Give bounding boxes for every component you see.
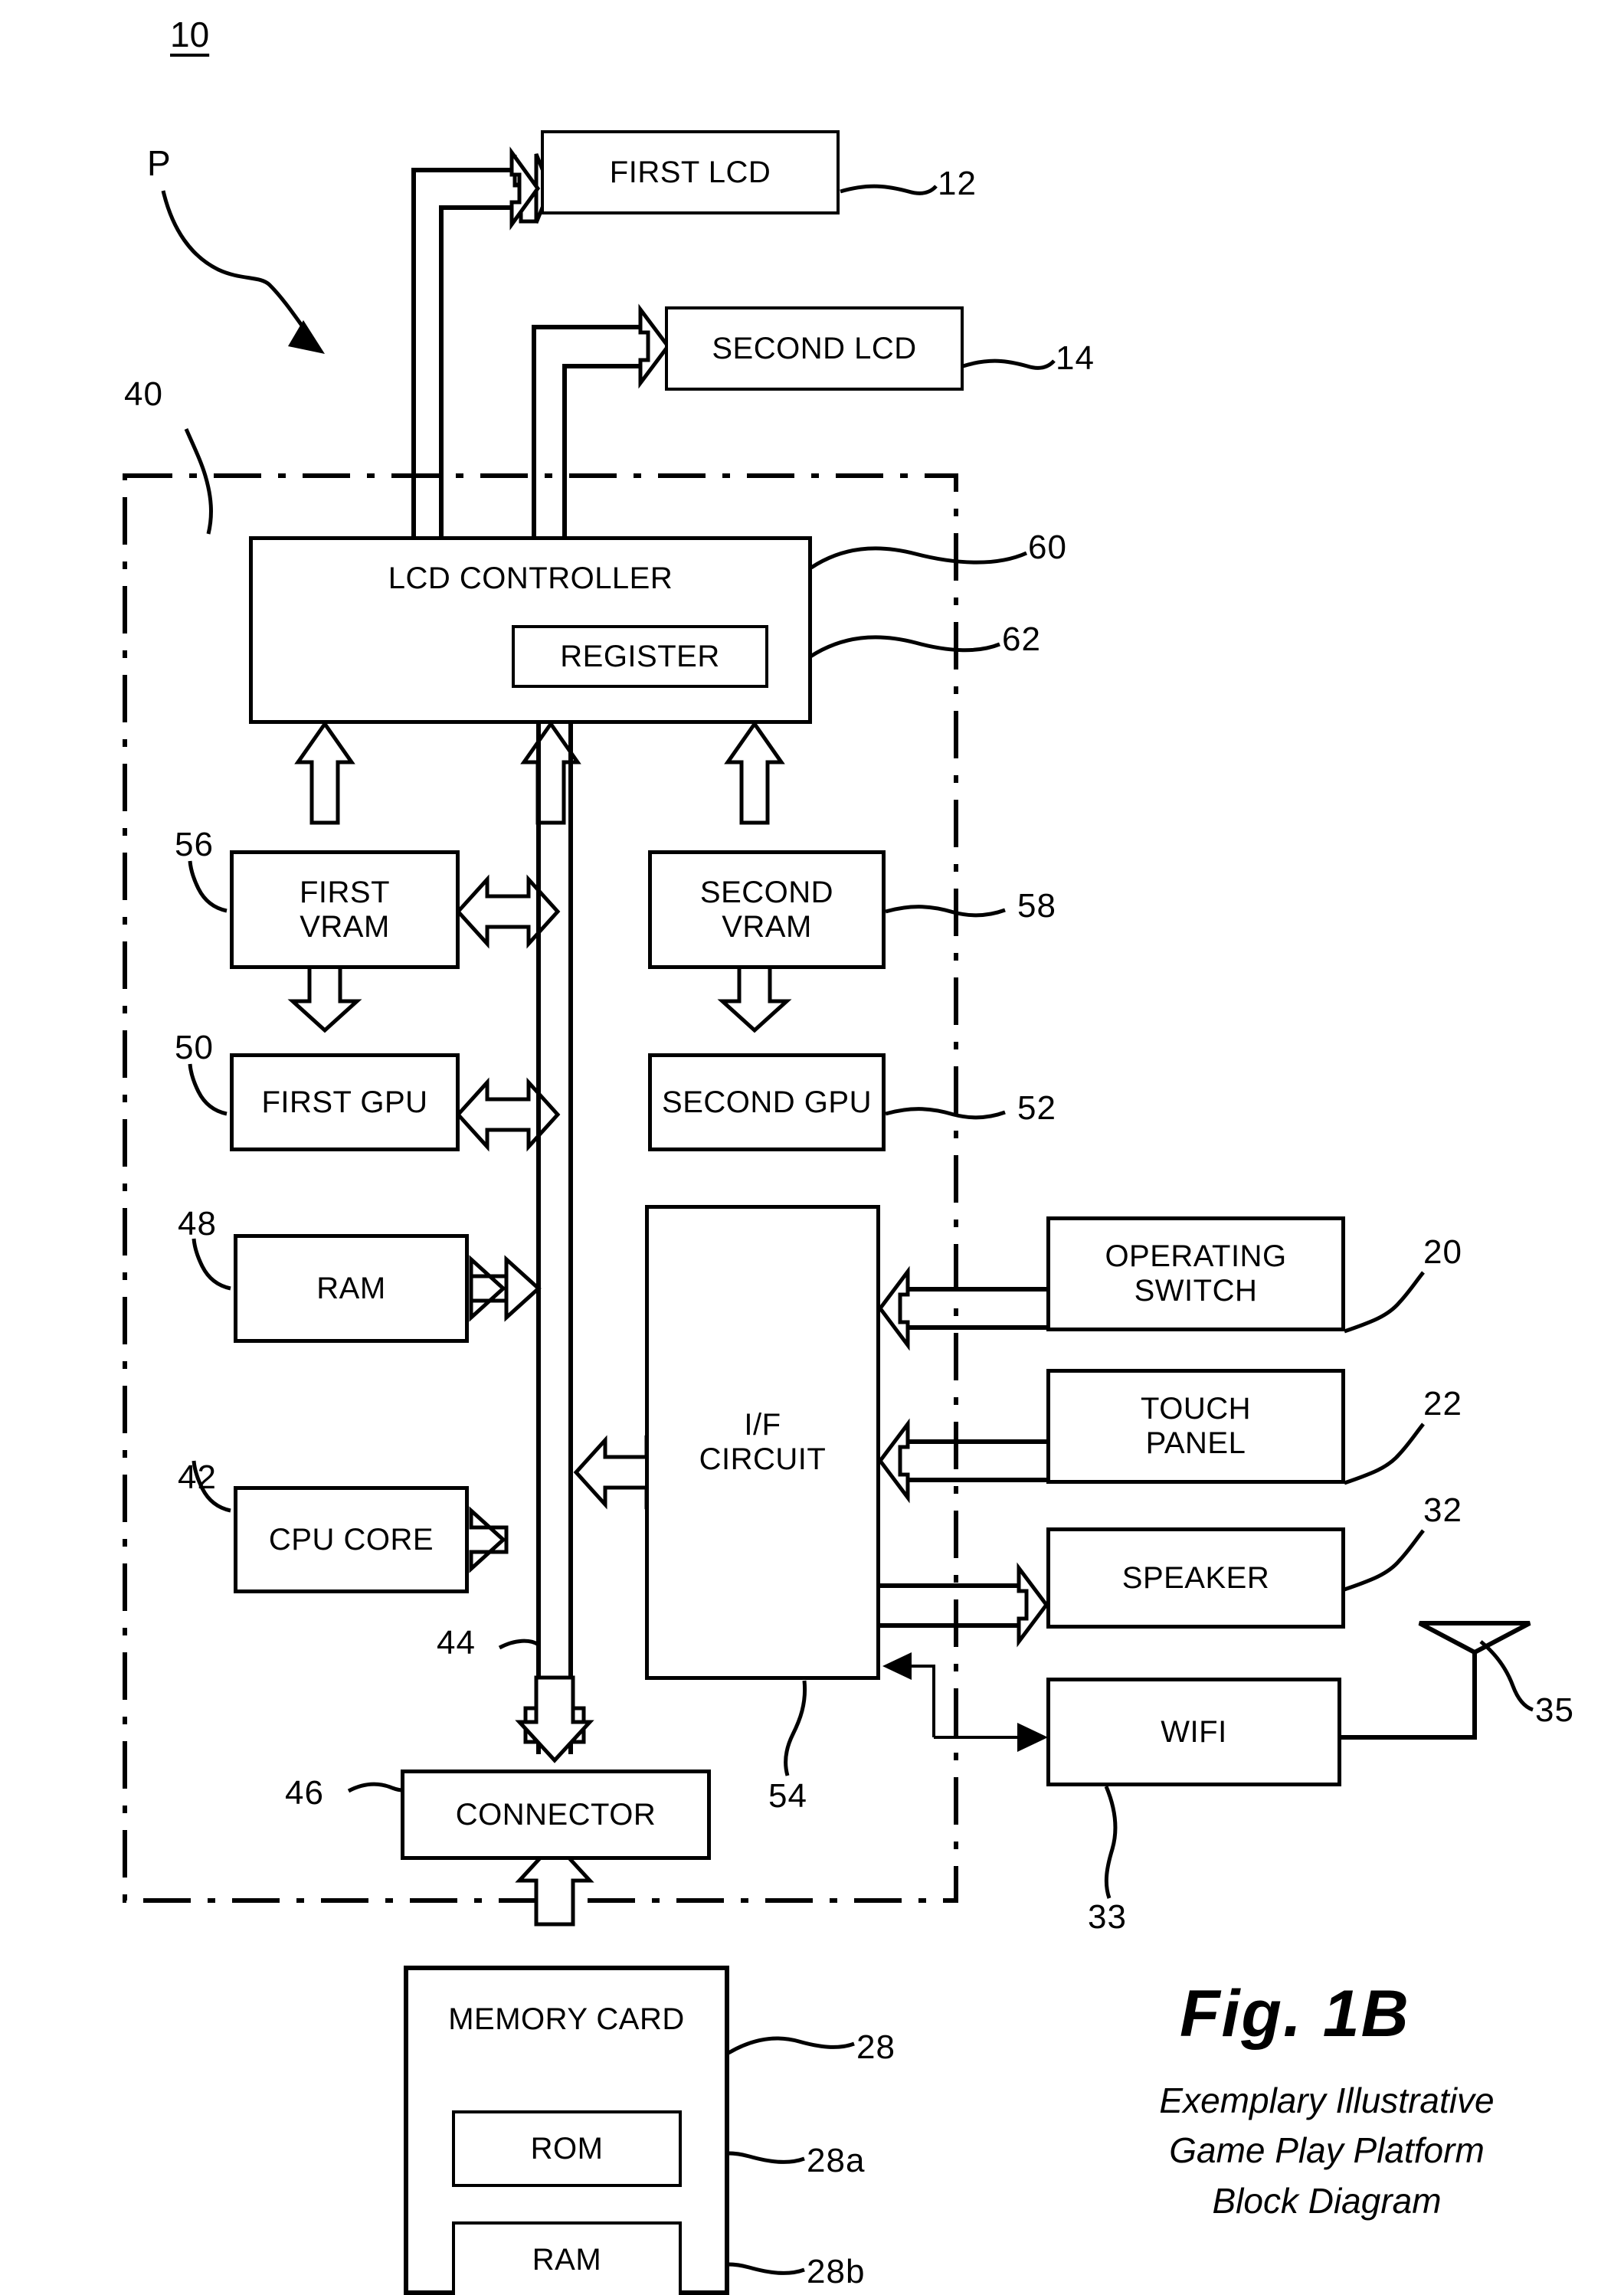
ref-22-touch-panel: 22 xyxy=(1423,1385,1462,1423)
ref-28b-card-ram: 28b xyxy=(807,2253,866,2290)
patent-figure-page: .ln { stroke:#000; stroke-width:6; fill:… xyxy=(0,0,1624,2295)
touch-panel-to-if-circuit xyxy=(877,1418,1046,1504)
block-cpu-core-label: CPU CORE xyxy=(268,1522,434,1557)
block-connector-label: CONNECTOR xyxy=(455,1797,656,1832)
block-first-vram-label-line2: VRAM xyxy=(300,909,390,944)
block-first-gpu-label: FIRST GPU xyxy=(261,1085,428,1119)
internal-bus-44 xyxy=(536,724,573,1754)
block-second-gpu[interactable]: SECOND GPU xyxy=(648,1053,886,1151)
block-second-gpu-label: SECOND GPU xyxy=(662,1085,872,1119)
lcd-controller-to-second-lcd-bus xyxy=(532,303,671,538)
ref-12-first-lcd: 12 xyxy=(938,165,977,202)
block-register[interactable]: REGISTER xyxy=(512,625,768,688)
block-ram-label: RAM xyxy=(316,1271,386,1305)
block-second-vram-label-line1: SECOND xyxy=(699,875,834,909)
ref-54-if-circuit: 54 xyxy=(768,1777,807,1815)
ref-40-enclosure: 40 xyxy=(124,375,163,413)
block-card-ram-label: RAM xyxy=(532,2242,602,2277)
block-lcd-controller-label: LCD CONTROLLER xyxy=(388,561,673,595)
ref-48-ram: 48 xyxy=(178,1205,217,1242)
block-if-circuit[interactable]: I/F CIRCUIT xyxy=(645,1205,880,1680)
operating-switch-to-if-circuit xyxy=(877,1265,1046,1351)
block-connector[interactable]: CONNECTOR xyxy=(401,1770,711,1860)
figure-subtitle-line-3: Block Diagram xyxy=(1212,2180,1442,2221)
block-operating-switch[interactable]: OPERATING SWITCH xyxy=(1046,1216,1345,1331)
first-vram-second-vram-link xyxy=(455,874,561,949)
ref-35-antenna: 35 xyxy=(1535,1691,1574,1729)
ref-52-second-gpu: 52 xyxy=(1017,1089,1056,1127)
ref-56-first-vram: 56 xyxy=(175,826,214,863)
block-touch-panel-label-line2: PANEL xyxy=(1145,1426,1246,1460)
block-second-lcd[interactable]: SECOND LCD xyxy=(665,306,964,391)
ref-32-speaker: 32 xyxy=(1423,1491,1462,1529)
block-first-lcd-label: FIRST LCD xyxy=(609,155,771,189)
block-cpu-core[interactable]: CPU CORE xyxy=(234,1486,469,1593)
block-first-vram-label-line1: FIRST xyxy=(299,875,391,909)
block-wifi[interactable]: WIFI xyxy=(1046,1678,1341,1786)
ref-62-register: 62 xyxy=(1002,620,1041,658)
block-if-circuit-label-line1: I/F xyxy=(744,1408,781,1442)
block-speaker-label: SPEAKER xyxy=(1121,1560,1270,1595)
block-operating-switch-label-line1: OPERATING xyxy=(1105,1239,1287,1274)
platform-pointer-arrow xyxy=(161,190,325,354)
block-card-rom[interactable]: ROM xyxy=(452,2110,682,2187)
block-touch-panel[interactable]: TOUCH PANEL xyxy=(1046,1369,1345,1484)
cpu-core-to-bus-link xyxy=(469,1506,509,1573)
ref-20-operating-switch: 20 xyxy=(1423,1233,1462,1271)
wifi-to-if-circuit-link xyxy=(882,1652,1048,1752)
block-second-vram-label-line2: VRAM xyxy=(722,909,812,944)
block-second-lcd-label: SECOND LCD xyxy=(712,331,917,365)
platform-marker-p: P xyxy=(147,143,171,183)
ram-to-bus-link xyxy=(469,1255,542,1322)
block-wifi-label: WIFI xyxy=(1161,1714,1227,1749)
figure-subtitle-line-2: Game Play Platform xyxy=(1169,2130,1485,2171)
figure-title: Fig. 1B xyxy=(1180,1977,1410,2051)
figure-numeral-10: 10 xyxy=(170,15,210,54)
ref-50-first-gpu: 50 xyxy=(175,1029,214,1066)
block-first-vram[interactable]: FIRST VRAM xyxy=(230,850,460,969)
bus-to-connector-arrow xyxy=(515,1675,594,1763)
ref-58-second-vram: 58 xyxy=(1017,887,1056,925)
ref-28a-card-rom: 28a xyxy=(807,2142,866,2179)
block-speaker[interactable]: SPEAKER xyxy=(1046,1527,1345,1629)
first-gpu-second-gpu-link xyxy=(455,1077,561,1152)
ref-42-cpu-core: 42 xyxy=(178,1459,217,1496)
block-card-rom-label: ROM xyxy=(530,2131,604,2166)
block-first-lcd[interactable]: FIRST LCD xyxy=(541,130,840,214)
ref-46-connector: 46 xyxy=(285,1774,324,1812)
wifi-to-antenna-line xyxy=(1339,1621,1531,1740)
vram-to-lcd-controller-arrows xyxy=(294,720,785,825)
ref-60-lcd-controller: 60 xyxy=(1028,529,1067,566)
block-ram[interactable]: RAM xyxy=(234,1234,469,1343)
ref-33-wifi: 33 xyxy=(1088,1898,1127,1936)
block-if-circuit-label-line2: CIRCUIT xyxy=(699,1442,827,1476)
block-second-vram[interactable]: SECOND VRAM xyxy=(648,850,886,969)
if-circuit-to-speaker xyxy=(880,1562,1049,1648)
block-card-ram[interactable]: RAM xyxy=(452,2221,682,2295)
figure-subtitle-line-1: Exemplary Illustrative xyxy=(1159,2081,1495,2120)
lcd-controller-to-first-lcd-bus xyxy=(411,146,552,538)
ref-14-second-lcd: 14 xyxy=(1056,339,1095,377)
block-operating-switch-label-line2: SWITCH xyxy=(1134,1274,1258,1308)
leader-40 xyxy=(184,428,213,535)
figure-subtitle: Exemplary Illustrative Game Play Platfor… xyxy=(1112,2076,1541,2226)
block-register-label: REGISTER xyxy=(560,639,720,673)
block-touch-panel-label-line1: TOUCH xyxy=(1141,1392,1251,1426)
block-memory-card-label: MEMORY CARD xyxy=(448,2002,685,2036)
block-first-gpu[interactable]: FIRST GPU xyxy=(230,1053,460,1151)
ref-44-bus: 44 xyxy=(437,1624,476,1662)
ref-28-memory-card: 28 xyxy=(856,2028,895,2066)
